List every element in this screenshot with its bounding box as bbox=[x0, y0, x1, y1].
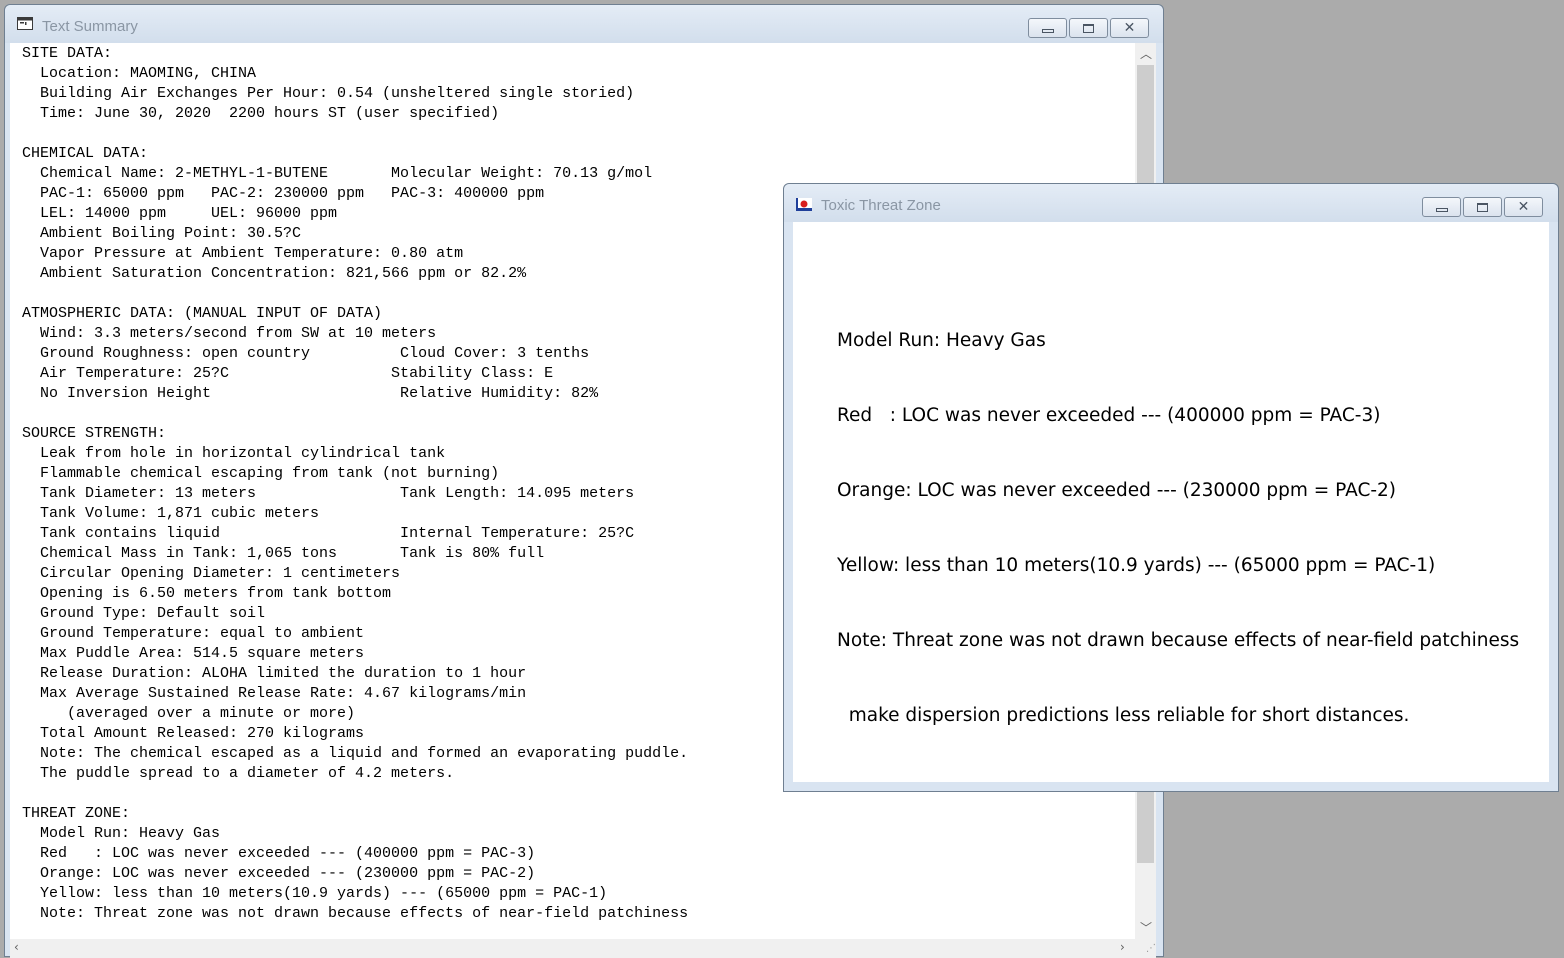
summary-line bbox=[22, 404, 688, 424]
summary-line: Tank contains liquid Internal Temperatur… bbox=[22, 525, 635, 542]
summary-line: Flammable chemical escaping from tank (n… bbox=[22, 465, 500, 482]
threat-zone-icon bbox=[796, 198, 812, 211]
summary-line: Air Temperature: 25?C Stability Class: E bbox=[22, 365, 554, 382]
summary-line: Chemical Name: 2-METHYL-1-BUTENE Molecul… bbox=[22, 165, 653, 182]
summary-line: SOURCE STRENGTH: bbox=[22, 425, 167, 442]
summary-line: LEL: 14000 ppm UEL: 96000 ppm bbox=[22, 205, 338, 222]
minimize-button[interactable] bbox=[1422, 197, 1461, 217]
summary-line bbox=[22, 784, 688, 804]
yellow-zone-line: Yellow: less than 10 meters(10.9 yards) … bbox=[837, 555, 1436, 576]
summary-line: THREAT ZONE: bbox=[22, 805, 131, 822]
summary-text: SITE DATA: Location: MAOMING, CHINA Buil… bbox=[22, 44, 688, 924]
maximize-button[interactable] bbox=[1463, 197, 1502, 217]
chevron-up-icon[interactable]: ︿ bbox=[1140, 45, 1152, 62]
summary-line: Yellow: less than 10 meters(10.9 yards) … bbox=[22, 885, 608, 902]
summary-line: (averaged over a minute or more) bbox=[22, 705, 356, 722]
summary-line: Orange: LOC was never exceeded --- (2300… bbox=[22, 865, 536, 882]
minimize-icon bbox=[1435, 207, 1448, 212]
summary-line: Ground Type: Default soil bbox=[22, 605, 266, 622]
resize-grip-icon[interactable]: ⋰ bbox=[1135, 939, 1156, 958]
maximize-button[interactable] bbox=[1069, 18, 1108, 38]
summary-line: PAC-1: 65000 ppm PAC-2: 230000 ppm PAC-3… bbox=[22, 185, 545, 202]
summary-line: Ground Temperature: equal to ambient bbox=[22, 625, 365, 642]
note-line: Note: Threat zone was not drawn because … bbox=[837, 630, 1520, 651]
model-run-line: Model Run: Heavy Gas bbox=[837, 330, 1046, 351]
summary-line: Total Amount Released: 270 kilograms bbox=[22, 725, 365, 742]
close-icon: ✕ bbox=[1517, 199, 1530, 215]
summary-line: Ambient Boiling Point: 30.5?C bbox=[22, 225, 302, 242]
summary-line bbox=[22, 284, 688, 304]
summary-line bbox=[22, 124, 688, 144]
summary-line: SITE DATA: bbox=[22, 45, 113, 62]
summary-line: Note: The chemical escaped as a liquid a… bbox=[22, 745, 689, 762]
maximize-icon bbox=[1477, 202, 1488, 212]
text-summary-titlebar[interactable]: Text Summary ✕ bbox=[5, 5, 1163, 43]
threat-zone-text: Model Run: Heavy Gas Red : LOC was never… bbox=[837, 278, 1519, 778]
summary-line: ATMOSPHERIC DATA: (MANUAL INPUT OF DATA) bbox=[22, 305, 383, 322]
summary-line: Tank Diameter: 13 meters Tank Length: 14… bbox=[22, 485, 635, 502]
note-line-continued: make dispersion predictions less reliabl… bbox=[837, 705, 1410, 726]
chevron-down-icon[interactable]: ﹀ bbox=[1140, 919, 1152, 936]
window-title: Text Summary bbox=[42, 18, 138, 35]
summary-line: Tank Volume: 1,871 cubic meters bbox=[22, 505, 320, 522]
orange-zone-line: Orange: LOC was never exceeded --- (2300… bbox=[837, 480, 1397, 501]
chevron-right-icon[interactable]: › bbox=[1120, 940, 1125, 954]
summary-line: CHEMICAL DATA: bbox=[22, 145, 149, 162]
summary-line: Red : LOC was never exceeded --- (400000… bbox=[22, 845, 536, 862]
summary-line: Ambient Saturation Concentration: 821,56… bbox=[22, 265, 527, 282]
maximize-icon bbox=[1083, 23, 1094, 33]
summary-line: Chemical Mass in Tank: 1,065 tons Tank i… bbox=[22, 545, 545, 562]
summary-line: Note: Threat zone was not drawn because … bbox=[22, 905, 689, 922]
minimize-icon bbox=[1041, 28, 1054, 33]
summary-line: Vapor Pressure at Ambient Temperature: 0… bbox=[22, 245, 464, 262]
summary-line: Max Average Sustained Release Rate: 4.67… bbox=[22, 685, 527, 702]
summary-line: Wind: 3.3 meters/second from SW at 10 me… bbox=[22, 325, 437, 342]
summary-line: Time: June 30, 2020 2200 hours ST (user … bbox=[22, 105, 500, 122]
summary-line: No Inversion Height Relative Humidity: 8… bbox=[22, 385, 599, 402]
window-title: Toxic Threat Zone bbox=[821, 197, 941, 214]
summary-line: Leak from hole in horizontal cylindrical… bbox=[22, 445, 446, 462]
text-document-icon bbox=[17, 17, 33, 30]
summary-line: The puddle spread to a diameter of 4.2 m… bbox=[22, 765, 455, 782]
summary-line: Ground Roughness: open country Cloud Cov… bbox=[22, 345, 590, 362]
summary-line: Model Run: Heavy Gas bbox=[22, 825, 221, 842]
close-button[interactable]: ✕ bbox=[1504, 197, 1543, 217]
toxic-threat-zone-titlebar[interactable]: Toxic Threat Zone ✕ bbox=[784, 184, 1558, 222]
summary-line: Location: MAOMING, CHINA bbox=[22, 65, 257, 82]
threat-zone-content[interactable]: Model Run: Heavy Gas Red : LOC was never… bbox=[793, 222, 1549, 782]
chevron-left-icon[interactable]: ‹ bbox=[14, 940, 19, 954]
close-icon: ✕ bbox=[1123, 20, 1136, 36]
summary-line: Release Duration: ALOHA limited the dura… bbox=[22, 665, 527, 682]
horizontal-scrollbar[interactable]: ‹ › bbox=[10, 939, 1135, 958]
close-button[interactable]: ✕ bbox=[1110, 18, 1149, 38]
summary-line: Circular Opening Diameter: 1 centimeters bbox=[22, 565, 401, 582]
summary-line: Building Air Exchanges Per Hour: 0.54 (u… bbox=[22, 85, 635, 102]
summary-line: Opening is 6.50 meters from tank bottom bbox=[22, 585, 392, 602]
toxic-threat-zone-window[interactable]: Toxic Threat Zone ✕ Model Run: Heavy Gas… bbox=[783, 183, 1559, 792]
summary-line: Max Puddle Area: 514.5 square meters bbox=[22, 645, 365, 662]
minimize-button[interactable] bbox=[1028, 18, 1067, 38]
red-zone-line: Red : LOC was never exceeded --- (400000… bbox=[837, 405, 1381, 426]
